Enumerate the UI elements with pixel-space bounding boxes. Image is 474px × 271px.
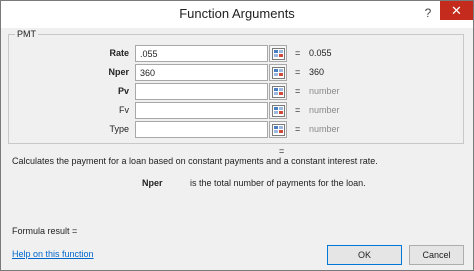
arg-row-pv: Pv = number xyxy=(9,83,465,101)
help-icon[interactable]: ? xyxy=(421,5,435,21)
arg-label-type: Type xyxy=(109,124,129,134)
title-bar: Function Arguments ? ✕ xyxy=(1,1,473,28)
rate-input[interactable] xyxy=(135,45,268,62)
nper-input[interactable] xyxy=(135,64,268,81)
help-on-function-link[interactable]: Help on this function xyxy=(12,249,94,259)
function-arguments-dialog: Function Arguments ? ✕ PMT Rate = 0.055 … xyxy=(0,0,474,271)
fv-collapse-dialog-icon[interactable] xyxy=(269,102,287,119)
parameter-help-name: Nper xyxy=(142,178,163,188)
arg-eq-pv: = xyxy=(295,86,301,96)
arg-row-type: Type = number xyxy=(9,121,465,139)
arg-row-rate: Rate = 0.055 xyxy=(9,45,465,63)
arguments-group: PMT Rate = 0.055 Nper = 360 Pv = num xyxy=(8,29,465,144)
parameter-help-text: is the total number of payments for the … xyxy=(190,178,366,188)
arg-eq-fv: = xyxy=(295,105,301,115)
arg-result-nper: 360 xyxy=(309,67,325,77)
fv-input[interactable] xyxy=(135,102,268,119)
arg-eq-type: = xyxy=(295,124,301,134)
type-input[interactable] xyxy=(135,121,268,138)
formula-result-label: Formula result = xyxy=(12,226,78,236)
arg-result-fv: number xyxy=(309,105,340,115)
arg-eq-rate: = xyxy=(295,48,301,58)
pv-collapse-dialog-icon[interactable] xyxy=(269,83,287,100)
function-result-eq: = xyxy=(279,146,285,156)
arg-row-nper: Nper = 360 xyxy=(9,64,465,82)
arg-result-type: number xyxy=(309,124,340,134)
function-description: Calculates the payment for a loan based … xyxy=(12,156,378,166)
nper-collapse-dialog-icon[interactable] xyxy=(269,64,287,81)
arg-eq-nper: = xyxy=(295,67,301,77)
rate-collapse-dialog-icon[interactable] xyxy=(269,45,287,62)
arg-row-fv: Fv = number xyxy=(9,102,465,120)
arg-label-rate: Rate xyxy=(109,48,129,58)
type-collapse-dialog-icon[interactable] xyxy=(269,121,287,138)
function-name-label: PMT xyxy=(15,29,38,39)
arg-label-nper: Nper xyxy=(108,67,129,77)
arg-label-fv: Fv xyxy=(119,105,129,115)
close-button[interactable]: ✕ xyxy=(440,1,473,20)
arg-label-pv: Pv xyxy=(117,86,129,96)
dialog-body: PMT Rate = 0.055 Nper = 360 Pv = num xyxy=(2,28,472,270)
arg-result-pv: number xyxy=(309,86,340,96)
dialog-title: Function Arguments xyxy=(179,6,295,21)
arg-result-rate: 0.055 xyxy=(309,48,332,58)
cancel-button[interactable]: Cancel xyxy=(409,245,464,265)
pv-input[interactable] xyxy=(135,83,268,100)
ok-button[interactable]: OK xyxy=(327,245,402,265)
